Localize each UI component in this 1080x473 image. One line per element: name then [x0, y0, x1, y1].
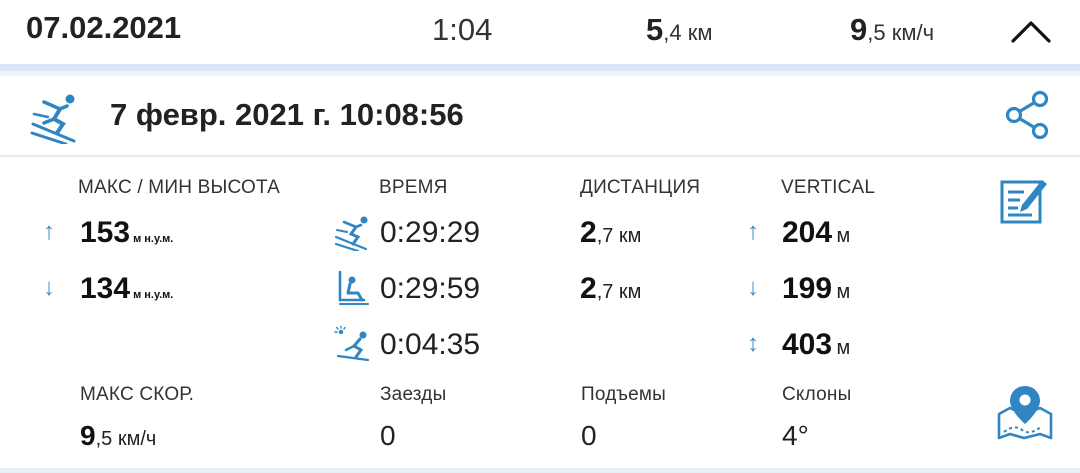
time-skiing: 0:29:29	[380, 216, 481, 249]
summary-date: 07.02.2021	[26, 10, 182, 45]
label-altitude: МАКС / МИН ВЫСОТА	[78, 177, 281, 198]
summary-speed: 9,5 км/ч	[850, 12, 934, 48]
vertical-down-value: 199	[782, 272, 833, 305]
lifts-count: 0	[581, 420, 597, 451]
vertical-up: 204 м	[782, 216, 850, 250]
slopes-value: 4°	[782, 420, 809, 451]
max-speed-decimal: ,5 км/ч	[95, 428, 157, 450]
chevron-up-icon[interactable]	[1010, 18, 1052, 44]
arrow-up-icon: ↑	[43, 218, 55, 245]
chairlift-icon	[338, 270, 369, 305]
summary-speed-value: 9	[850, 12, 868, 47]
max-speed-value: 9	[80, 420, 96, 451]
summary-distance-decimal: ,4 км	[663, 20, 713, 45]
runs-count: 0	[380, 420, 396, 451]
label-time: ВРЕМЯ	[379, 177, 448, 198]
label-max-speed: МАКС СКОР.	[80, 384, 195, 405]
map-pin-icon[interactable]	[996, 384, 1054, 442]
distance-1-decimal: ,7 км	[596, 225, 642, 247]
vertical-unit: м	[836, 337, 851, 359]
summary-bar[interactable]: 07.02.2021 1:04 5,4 км 9,5 км/ч	[0, 0, 1080, 62]
vertical-total: 403 м	[782, 328, 850, 362]
label-vertical: VERTICAL	[781, 177, 876, 198]
arrow-updown-icon: ↕	[747, 330, 759, 357]
vertical-down: 199 м	[782, 272, 850, 306]
share-icon[interactable]	[1002, 90, 1052, 140]
arrow-down-icon: ↓	[747, 274, 759, 301]
arrow-up-icon: ↑	[747, 218, 759, 245]
divider	[0, 155, 1080, 157]
time-rest: 0:04:35	[380, 328, 481, 361]
skier-icon	[334, 216, 368, 251]
label-slopes: Склоны	[782, 384, 852, 405]
divider	[0, 71, 1080, 76]
altitude-min: 134 м н.у.м.	[80, 272, 173, 306]
summary-distance-value: 5	[646, 12, 664, 47]
label-runs: Заезды	[380, 384, 447, 405]
vertical-total-value: 403	[782, 328, 833, 361]
summary-time: 1:04	[432, 12, 493, 47]
altitude-unit: м н.у.м.	[133, 233, 174, 245]
skier-icon	[30, 94, 76, 144]
altitude-unit: м н.у.м.	[133, 289, 174, 301]
distance-2-decimal: ,7 км	[596, 281, 642, 303]
distance-2: 2,7 км	[580, 272, 641, 306]
arrow-down-icon: ↓	[43, 274, 55, 301]
vertical-unit: м	[836, 281, 851, 303]
label-lifts: Подъемы	[581, 384, 667, 405]
edit-icon[interactable]	[998, 174, 1050, 226]
vertical-up-value: 204	[782, 216, 833, 249]
vertical-unit: м	[836, 225, 851, 247]
label-distance: ДИСТАНЦИЯ	[580, 177, 701, 198]
activity-title: 7 февр. 2021 г. 10:08:56	[110, 97, 464, 132]
distance-1: 2,7 км	[580, 216, 641, 250]
time-lift: 0:29:59	[380, 272, 481, 305]
summary-speed-decimal: ,5 км/ч	[867, 20, 935, 45]
distance-2-value: 2	[580, 272, 597, 305]
altitude-max: 153 м н.у.м.	[80, 216, 173, 250]
altitude-min-value: 134	[80, 272, 131, 305]
divider	[0, 468, 1080, 473]
distance-1-value: 2	[580, 216, 597, 249]
summary-distance: 5,4 км	[646, 12, 712, 48]
altitude-max-value: 153	[80, 216, 131, 249]
max-speed: 9,5 км/ч	[80, 420, 156, 452]
rest-icon	[334, 326, 370, 362]
